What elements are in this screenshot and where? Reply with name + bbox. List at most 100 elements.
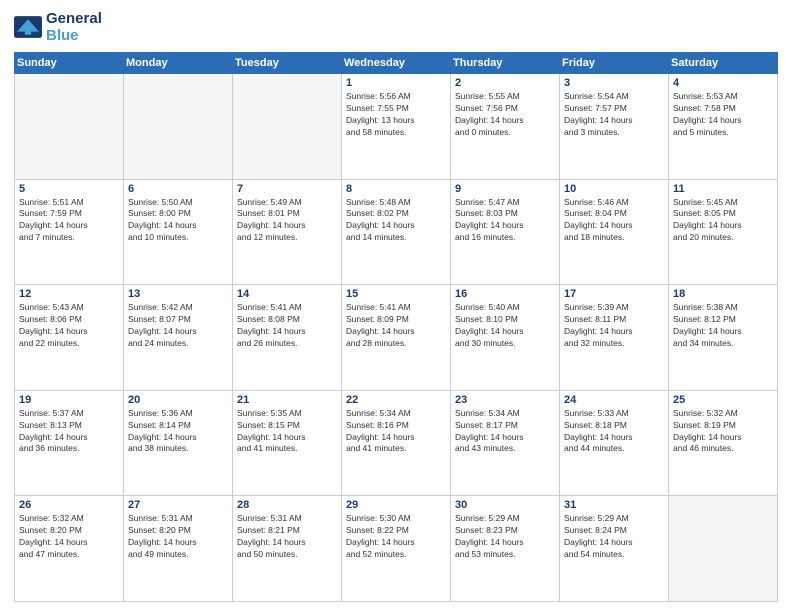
day-number: 3	[564, 77, 664, 89]
calendar-cell: 19 Sunrise: 5:37 AM Sunset: 8:13 PM Dayli…	[15, 390, 124, 496]
day-number: 26	[19, 499, 119, 511]
day-info: Sunrise: 5:56 AM Sunset: 7:55 PM Dayligh…	[346, 91, 446, 139]
day-number: 28	[237, 499, 337, 511]
day-number: 12	[19, 288, 119, 300]
day-info: Sunrise: 5:53 AM Sunset: 7:58 PM Dayligh…	[673, 91, 773, 139]
day-number: 11	[673, 183, 773, 195]
calendar-week-row: 26Sunrise: 5:32 AM Sunset: 8:20 PM Dayli…	[15, 496, 778, 602]
calendar-cell: 18 Sunrise: 5:38 AM Sunset: 8:12 PM Dayli…	[669, 285, 778, 391]
day-info: Sunrise: 5:38 AM Sunset: 8:12 PM Dayligh…	[673, 302, 773, 350]
calendar-cell	[15, 74, 124, 180]
day-number: 19	[19, 394, 119, 406]
calendar-cell: 30Sunrise: 5:29 AM Sunset: 8:23 PM Dayli…	[451, 496, 560, 602]
day-number: 1	[346, 77, 446, 89]
day-number: 17	[564, 288, 664, 300]
day-info: Sunrise: 5:29 AM Sunset: 8:24 PM Dayligh…	[564, 513, 664, 561]
calendar-cell: 25 Sunrise: 5:32 AM Sunset: 8:19 PM Dayli…	[669, 390, 778, 496]
calendar-week-row: 1 Sunrise: 5:56 AM Sunset: 7:55 PM Daylig…	[15, 74, 778, 180]
logo-text: General Blue	[46, 10, 102, 44]
day-number: 31	[564, 499, 664, 511]
calendar-cell: 26Sunrise: 5:32 AM Sunset: 8:20 PM Dayli…	[15, 496, 124, 602]
day-info: Sunrise: 5:48 AM Sunset: 8:02 PM Dayligh…	[346, 197, 446, 245]
calendar-cell: 23Sunrise: 5:34 AM Sunset: 8:17 PM Dayli…	[451, 390, 560, 496]
calendar-cell: 28 Sunrise: 5:31 AM Sunset: 8:21 PM Dayli…	[233, 496, 342, 602]
calendar-cell: 17 Sunrise: 5:39 AM Sunset: 8:11 PM Dayli…	[560, 285, 669, 391]
calendar-cell: 5 Sunrise: 5:51 AM Sunset: 7:59 PM Daylig…	[15, 179, 124, 285]
day-info: Sunrise: 5:41 AM Sunset: 8:08 PM Dayligh…	[237, 302, 337, 350]
day-info: Sunrise: 5:49 AM Sunset: 8:01 PM Dayligh…	[237, 197, 337, 245]
day-number: 2	[455, 77, 555, 89]
day-info: Sunrise: 5:35 AM Sunset: 8:15 PM Dayligh…	[237, 408, 337, 456]
day-info: Sunrise: 5:50 AM Sunset: 8:00 PM Dayligh…	[128, 197, 228, 245]
calendar-header-row: SundayMondayTuesdayWednesdayThursdayFrid…	[15, 53, 778, 74]
calendar-cell: 13Sunrise: 5:42 AM Sunset: 8:07 PM Dayli…	[124, 285, 233, 391]
day-info: Sunrise: 5:31 AM Sunset: 8:21 PM Dayligh…	[237, 513, 337, 561]
day-number: 8	[346, 183, 446, 195]
calendar-cell: 8 Sunrise: 5:48 AM Sunset: 8:02 PM Daylig…	[342, 179, 451, 285]
calendar-cell	[233, 74, 342, 180]
day-number: 25	[673, 394, 773, 406]
day-info: Sunrise: 5:54 AM Sunset: 7:57 PM Dayligh…	[564, 91, 664, 139]
calendar-table: SundayMondayTuesdayWednesdayThursdayFrid…	[14, 52, 778, 602]
day-number: 21	[237, 394, 337, 406]
calendar-cell: 15Sunrise: 5:41 AM Sunset: 8:09 PM Dayli…	[342, 285, 451, 391]
calendar-cell	[669, 496, 778, 602]
day-info: Sunrise: 5:37 AM Sunset: 8:13 PM Dayligh…	[19, 408, 119, 456]
day-number: 6	[128, 183, 228, 195]
day-number: 9	[455, 183, 555, 195]
day-number: 4	[673, 77, 773, 89]
page: General Blue SundayMondayTuesdayWednesda…	[0, 0, 792, 612]
day-info: Sunrise: 5:31 AM Sunset: 8:20 PM Dayligh…	[128, 513, 228, 561]
day-info: Sunrise: 5:42 AM Sunset: 8:07 PM Dayligh…	[128, 302, 228, 350]
calendar-cell	[124, 74, 233, 180]
calendar-cell: 12 Sunrise: 5:43 AM Sunset: 8:06 PM Dayli…	[15, 285, 124, 391]
calendar-cell: 22Sunrise: 5:34 AM Sunset: 8:16 PM Dayli…	[342, 390, 451, 496]
calendar-week-row: 12 Sunrise: 5:43 AM Sunset: 8:06 PM Dayli…	[15, 285, 778, 391]
day-info: Sunrise: 5:39 AM Sunset: 8:11 PM Dayligh…	[564, 302, 664, 350]
calendar-cell: 14Sunrise: 5:41 AM Sunset: 8:08 PM Dayli…	[233, 285, 342, 391]
calendar-cell: 10Sunrise: 5:46 AM Sunset: 8:04 PM Dayli…	[560, 179, 669, 285]
calendar-cell: 16 Sunrise: 5:40 AM Sunset: 8:10 PM Dayli…	[451, 285, 560, 391]
day-info: Sunrise: 5:29 AM Sunset: 8:23 PM Dayligh…	[455, 513, 555, 561]
day-info: Sunrise: 5:36 AM Sunset: 8:14 PM Dayligh…	[128, 408, 228, 456]
calendar-header-wednesday: Wednesday	[342, 53, 451, 74]
logo: General Blue	[14, 10, 102, 44]
calendar-cell: 7 Sunrise: 5:49 AM Sunset: 8:01 PM Daylig…	[233, 179, 342, 285]
calendar-header-thursday: Thursday	[451, 53, 560, 74]
day-number: 27	[128, 499, 228, 511]
calendar-cell: 27 Sunrise: 5:31 AM Sunset: 8:20 PM Dayli…	[124, 496, 233, 602]
calendar-cell: 29Sunrise: 5:30 AM Sunset: 8:22 PM Dayli…	[342, 496, 451, 602]
calendar-cell: 6 Sunrise: 5:50 AM Sunset: 8:00 PM Daylig…	[124, 179, 233, 285]
calendar-header-tuesday: Tuesday	[233, 53, 342, 74]
day-info: Sunrise: 5:47 AM Sunset: 8:03 PM Dayligh…	[455, 197, 555, 245]
day-info: Sunrise: 5:32 AM Sunset: 8:19 PM Dayligh…	[673, 408, 773, 456]
day-number: 22	[346, 394, 446, 406]
day-number: 10	[564, 183, 664, 195]
day-info: Sunrise: 5:33 AM Sunset: 8:18 PM Dayligh…	[564, 408, 664, 456]
calendar-cell: 9 Sunrise: 5:47 AM Sunset: 8:03 PM Daylig…	[451, 179, 560, 285]
day-info: Sunrise: 5:40 AM Sunset: 8:10 PM Dayligh…	[455, 302, 555, 350]
calendar-header-friday: Friday	[560, 53, 669, 74]
day-info: Sunrise: 5:43 AM Sunset: 8:06 PM Dayligh…	[19, 302, 119, 350]
day-info: Sunrise: 5:55 AM Sunset: 7:56 PM Dayligh…	[455, 91, 555, 139]
day-info: Sunrise: 5:34 AM Sunset: 8:17 PM Dayligh…	[455, 408, 555, 456]
calendar-cell: 31 Sunrise: 5:29 AM Sunset: 8:24 PM Dayli…	[560, 496, 669, 602]
day-number: 16	[455, 288, 555, 300]
day-number: 7	[237, 183, 337, 195]
calendar-header-saturday: Saturday	[669, 53, 778, 74]
calendar-cell: 3 Sunrise: 5:54 AM Sunset: 7:57 PM Daylig…	[560, 74, 669, 180]
logo-icon	[14, 16, 42, 38]
day-number: 18	[673, 288, 773, 300]
day-info: Sunrise: 5:45 AM Sunset: 8:05 PM Dayligh…	[673, 197, 773, 245]
day-number: 24	[564, 394, 664, 406]
calendar-week-row: 19 Sunrise: 5:37 AM Sunset: 8:13 PM Dayli…	[15, 390, 778, 496]
calendar-cell: 20Sunrise: 5:36 AM Sunset: 8:14 PM Dayli…	[124, 390, 233, 496]
day-number: 15	[346, 288, 446, 300]
calendar-cell: 21 Sunrise: 5:35 AM Sunset: 8:15 PM Dayli…	[233, 390, 342, 496]
day-number: 5	[19, 183, 119, 195]
calendar-cell: 2 Sunrise: 5:55 AM Sunset: 7:56 PM Daylig…	[451, 74, 560, 180]
calendar-cell: 4 Sunrise: 5:53 AM Sunset: 7:58 PM Daylig…	[669, 74, 778, 180]
calendar-cell: 24 Sunrise: 5:33 AM Sunset: 8:18 PM Dayli…	[560, 390, 669, 496]
calendar-header-sunday: Sunday	[15, 53, 124, 74]
day-info: Sunrise: 5:51 AM Sunset: 7:59 PM Dayligh…	[19, 197, 119, 245]
